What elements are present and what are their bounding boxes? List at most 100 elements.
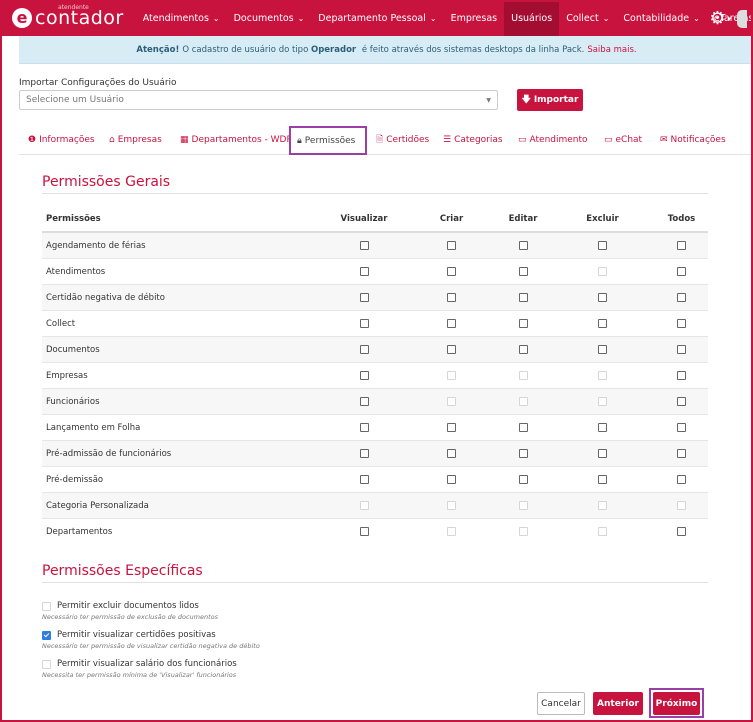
permission-checkbox[interactable] bbox=[518, 240, 528, 250]
specific-permission-item[interactable]: Permitir visualizar certidões positivas bbox=[42, 629, 260, 641]
permission-checkbox[interactable] bbox=[447, 422, 456, 432]
nav-departamento-pessoal[interactable]: Departamento Pessoal ⌄ bbox=[311, 0, 443, 36]
tab-informacoes[interactable]: ❶ Informações bbox=[28, 127, 95, 152]
permission-checkbox[interactable] bbox=[447, 292, 456, 302]
permission-checkbox[interactable] bbox=[447, 240, 456, 250]
permission-checkbox[interactable] bbox=[598, 240, 607, 250]
cancel-button[interactable]: Cancelar bbox=[537, 692, 585, 715]
permission-cell bbox=[550, 258, 655, 285]
permission-checkbox[interactable] bbox=[677, 292, 686, 302]
permission-checkbox[interactable] bbox=[359, 448, 369, 458]
permission-checkbox[interactable] bbox=[677, 474, 686, 484]
table-row: Certidão negativa de débito bbox=[42, 284, 708, 311]
permission-checkbox[interactable] bbox=[518, 422, 528, 432]
user-select[interactable]: Selecione um Usuário ▼ bbox=[19, 90, 498, 110]
permission-checkbox[interactable] bbox=[677, 526, 686, 536]
nav-usuarios[interactable]: Usuários bbox=[504, 0, 560, 36]
import-button[interactable]: 🡇 Importar bbox=[517, 89, 583, 111]
tab-atendimento[interactable]: ▭ Atendimento bbox=[518, 127, 588, 152]
gear-caret-icon[interactable]: ▾ bbox=[727, 15, 731, 23]
permission-cell bbox=[655, 258, 708, 285]
tab-notificacoes[interactable]: ✉ Notificações bbox=[660, 127, 726, 152]
permission-cell bbox=[407, 492, 496, 519]
nav-contabilidade[interactable]: Contabilidade ⌄ bbox=[616, 0, 706, 36]
tab-categorias[interactable]: ☰ Categorias bbox=[443, 127, 503, 152]
permission-checkbox[interactable] bbox=[359, 370, 369, 380]
permission-checkbox[interactable] bbox=[598, 344, 607, 354]
operator-info-alert: Atenção! O cadastro de usuário do tipo O… bbox=[19, 36, 753, 64]
permission-cell bbox=[407, 388, 496, 415]
permission-cell bbox=[407, 310, 496, 337]
permission-checkbox[interactable] bbox=[598, 292, 607, 302]
nav-atendimentos[interactable]: Atendimentos ⌄ bbox=[136, 0, 227, 36]
permission-name: Empresas bbox=[42, 362, 321, 389]
permission-checkbox[interactable] bbox=[598, 474, 607, 484]
previous-button[interactable]: Anterior bbox=[593, 692, 643, 715]
nav-empresas[interactable]: Empresas bbox=[444, 0, 505, 36]
table-row: Lançamento em Folha bbox=[42, 414, 708, 441]
permission-checkbox[interactable] bbox=[598, 318, 607, 328]
permission-checkbox[interactable] bbox=[359, 240, 369, 250]
user-icon[interactable] bbox=[737, 9, 747, 28]
permission-checkbox[interactable] bbox=[359, 292, 369, 302]
permission-checkbox[interactable] bbox=[677, 344, 686, 354]
permission-cell bbox=[655, 362, 708, 389]
permission-checkbox[interactable] bbox=[359, 474, 369, 484]
saiba-mais-link[interactable]: Saiba mais. bbox=[587, 45, 636, 55]
permission-checkbox bbox=[518, 370, 528, 380]
permission-checkbox[interactable] bbox=[518, 474, 528, 484]
permission-checkbox[interactable] bbox=[677, 240, 686, 250]
permission-checkbox[interactable] bbox=[447, 318, 456, 328]
permission-cell bbox=[655, 336, 708, 363]
permission-name: Pré-demissão bbox=[42, 466, 321, 493]
permission-checkbox[interactable] bbox=[359, 266, 369, 276]
permission-checkbox[interactable] bbox=[447, 266, 456, 276]
home-icon: ⌂ bbox=[109, 134, 115, 145]
tab-echat[interactable]: ▭ eChat bbox=[604, 127, 642, 152]
permission-name: Pré-admissão de funcionários bbox=[42, 440, 321, 467]
permission-checkbox[interactable] bbox=[359, 318, 369, 328]
specific-permission-checkbox[interactable] bbox=[42, 630, 51, 640]
permission-checkbox[interactable] bbox=[359, 344, 369, 354]
permission-name: Funcionários bbox=[42, 388, 321, 415]
permission-checkbox[interactable] bbox=[518, 292, 528, 302]
permission-checkbox[interactable] bbox=[677, 448, 686, 458]
permission-checkbox[interactable] bbox=[359, 422, 369, 432]
permission-checkbox bbox=[598, 500, 607, 510]
permission-checkbox[interactable] bbox=[598, 448, 607, 458]
permission-checkbox[interactable] bbox=[677, 422, 686, 432]
tab-departamentos-wdp[interactable]: ▦ Departamentos - WDP bbox=[180, 127, 292, 152]
permission-checkbox[interactable] bbox=[447, 448, 456, 458]
permission-cell bbox=[496, 362, 550, 389]
permission-checkbox[interactable] bbox=[677, 370, 686, 380]
app-logo[interactable]: atendente e contador bbox=[12, 4, 124, 29]
tab-certidoes[interactable]: 🗎 Certidões bbox=[376, 127, 429, 152]
permission-checkbox[interactable] bbox=[359, 526, 369, 536]
permission-checkbox[interactable] bbox=[447, 344, 456, 354]
tab-empresas[interactable]: ⌂ Empresas bbox=[109, 127, 162, 152]
tab-permissoes[interactable]: 🔒︎ Permissões bbox=[289, 126, 367, 155]
permission-checkbox[interactable] bbox=[518, 344, 528, 354]
permission-cell bbox=[550, 231, 655, 259]
permission-checkbox[interactable] bbox=[359, 396, 369, 406]
permission-checkbox[interactable] bbox=[677, 396, 686, 406]
permission-checkbox[interactable] bbox=[677, 318, 686, 328]
permission-checkbox[interactable] bbox=[518, 448, 528, 458]
alert-strong: Atenção! bbox=[136, 44, 180, 55]
permission-cell bbox=[321, 492, 407, 519]
permission-checkbox[interactable] bbox=[598, 422, 607, 432]
table-row: Categoria Personalizada bbox=[42, 492, 708, 519]
lock-icon: 🔒︎ bbox=[297, 135, 302, 146]
permission-checkbox[interactable] bbox=[447, 474, 456, 484]
permission-checkbox[interactable] bbox=[518, 318, 528, 328]
nav-collect[interactable]: Collect ⌄ bbox=[559, 0, 616, 36]
permission-name: Atendimentos bbox=[42, 258, 321, 285]
table-row: Collect bbox=[42, 310, 708, 337]
permission-cell bbox=[496, 440, 550, 467]
permission-checkbox bbox=[598, 370, 607, 380]
permission-checkbox[interactable] bbox=[677, 266, 686, 276]
gear-icon[interactable]: ⚙ bbox=[709, 8, 725, 29]
permission-checkbox[interactable] bbox=[518, 266, 528, 276]
nav-documentos[interactable]: Documentos ⌄ bbox=[227, 0, 312, 36]
next-button[interactable]: Próximo bbox=[653, 692, 700, 715]
